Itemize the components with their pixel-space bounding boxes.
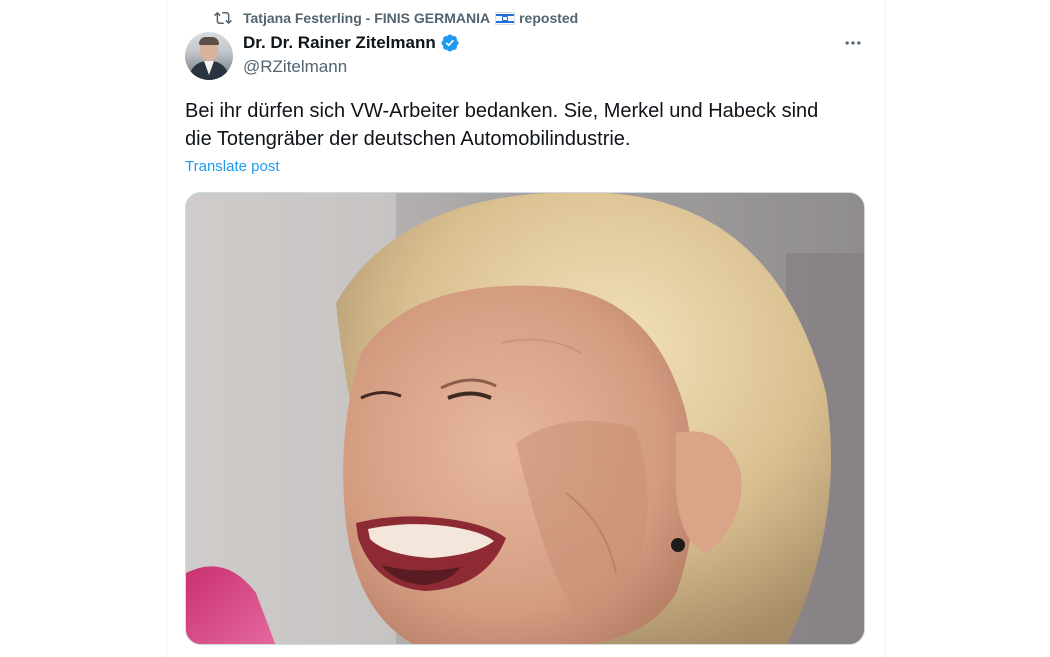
reposted-label: reposted — [519, 10, 579, 26]
author-handle[interactable]: @RZitelmann — [243, 57, 347, 77]
repost-indicator: Tatjana Festerling - FINIS GERMANIA repo… — [214, 8, 578, 28]
repost-icon — [214, 9, 232, 27]
translate-post-link[interactable]: Translate post — [185, 158, 280, 175]
more-icon — [845, 41, 861, 45]
post-text: Bei ihr dürfen sich VW-Arbeiter bedanken… — [185, 100, 819, 150]
author-display-name[interactable]: Dr. Dr. Rainer Zitelmann — [243, 33, 436, 53]
verified-badge-icon[interactable] — [440, 33, 460, 53]
page: Tatjana Festerling - FINIS GERMANIA repo… — [0, 0, 1050, 657]
avatar[interactable] — [185, 32, 233, 80]
more-options-button[interactable] — [835, 30, 871, 56]
israel-flag-icon — [495, 11, 516, 25]
post-image[interactable] — [185, 192, 865, 645]
reposter-name[interactable]: Tatjana Festerling - FINIS GERMANIA — [243, 10, 490, 26]
author-name-row: Dr. Dr. Rainer Zitelmann — [243, 32, 460, 54]
